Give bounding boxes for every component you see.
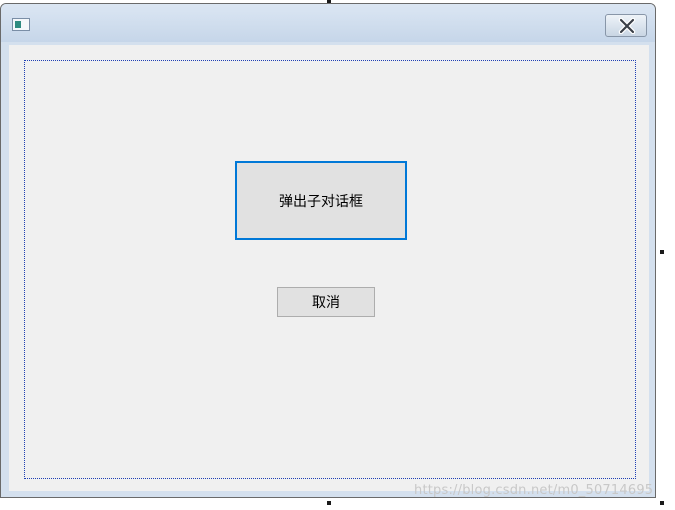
close-button[interactable] [605,14,647,37]
app-icon [12,18,30,31]
popup-child-dialog-button[interactable]: 弹出子对话框 [235,161,407,240]
title-bar[interactable] [1,4,655,42]
cancel-button[interactable]: 取消 [277,287,375,317]
dialog-client-area: 弹出子对话框 取消 [9,45,649,491]
resize-handle-bottom[interactable] [327,501,331,505]
dialog-window: 弹出子对话框 取消 [0,3,656,498]
resize-handle-right[interactable] [660,250,664,254]
resize-handle-corner[interactable] [660,501,664,505]
designer-canvas: 弹出子对话框 取消 https://blog.csdn.net/m0_50714… [0,0,675,510]
close-icon [618,18,636,34]
watermark-text: https://blog.csdn.net/m0_50714695 [414,483,654,498]
dialog-layout-frame [24,60,636,479]
